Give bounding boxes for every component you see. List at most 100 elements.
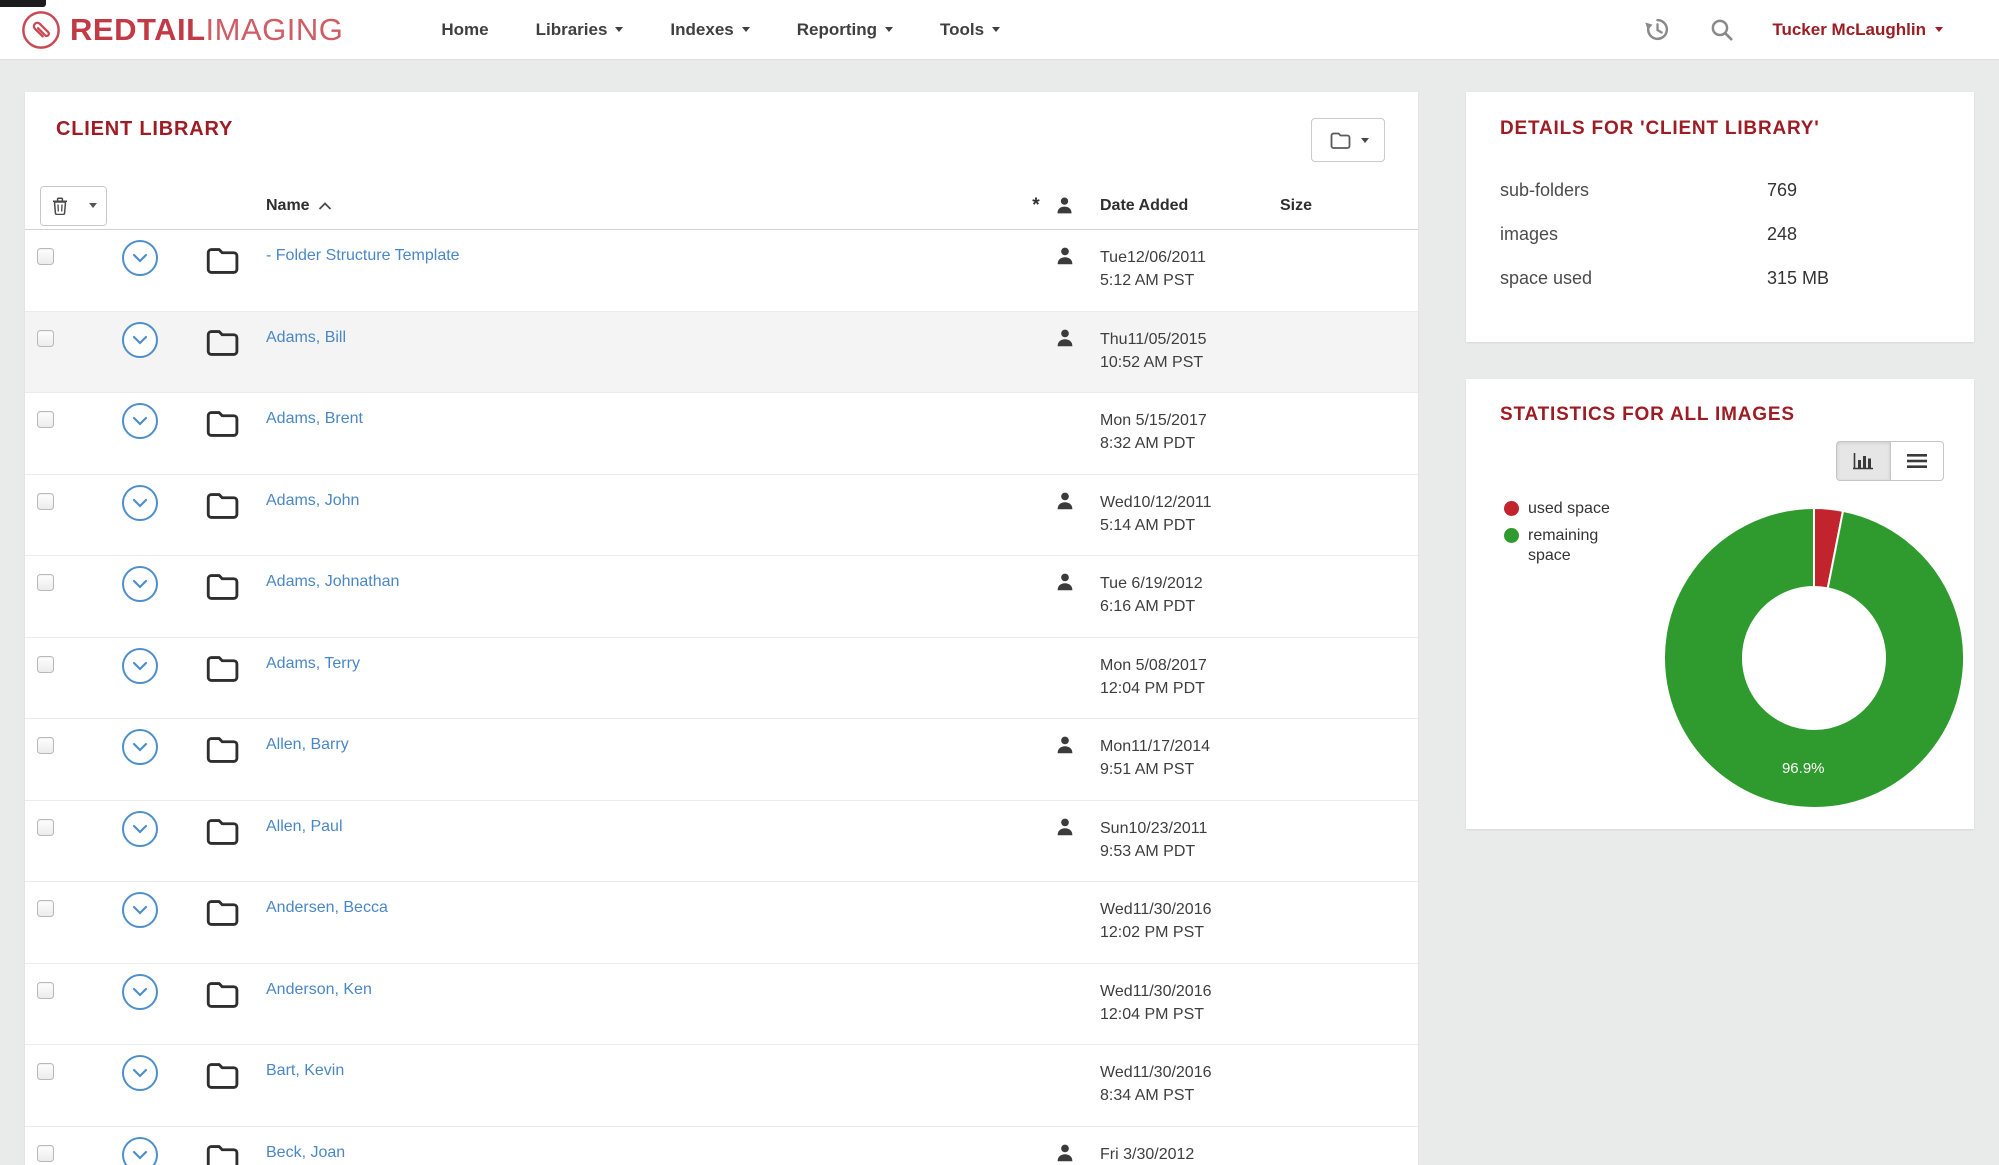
chevron-down-icon <box>132 335 148 345</box>
column-header-size: Size <box>1280 197 1418 215</box>
table-row: Allen, Barry Mon11/17/2014 9:51 AM PST <box>25 719 1418 801</box>
row-checkbox[interactable] <box>37 493 54 510</box>
folder-icon <box>204 732 241 765</box>
folder-icon <box>204 325 241 358</box>
date-added: Wed11/30/2016 <box>1100 898 1280 921</box>
folder-name-link[interactable]: Allen, Barry <box>266 736 349 753</box>
date-added: Wed11/30/2016 <box>1100 1061 1280 1084</box>
column-header-name[interactable]: Name <box>242 197 1018 215</box>
table-row: Allen, Paul Sun10/23/2011 9:53 AM PDT <box>25 801 1418 883</box>
folder-name-link[interactable]: Allen, Paul <box>266 818 343 835</box>
folder-size <box>1280 1127 1418 1165</box>
legend-item[interactable]: used space <box>1504 499 1620 519</box>
row-checkbox[interactable] <box>37 1145 54 1162</box>
row-checkbox[interactable] <box>37 574 54 591</box>
delete-options-button[interactable] <box>79 187 106 225</box>
expand-chevron-button[interactable] <box>122 322 158 358</box>
folder-size <box>1280 393 1418 474</box>
folder-icon <box>1327 128 1354 152</box>
folder-size <box>1280 312 1418 393</box>
row-checkbox[interactable] <box>37 330 54 347</box>
time-added: 12:04 PM PST <box>1100 1003 1280 1026</box>
row-checkbox[interactable] <box>37 819 54 836</box>
chevron-down-icon <box>992 27 1000 32</box>
donut-percentage-label: 96.9% <box>1782 760 1825 777</box>
expand-chevron-button[interactable] <box>122 974 158 1010</box>
history-button[interactable] <box>1644 16 1671 43</box>
delete-button[interactable] <box>41 187 79 225</box>
owner-icon <box>1054 734 1076 756</box>
paperclip-logo-icon <box>20 9 62 51</box>
expand-chevron-button[interactable] <box>122 566 158 602</box>
folder-name-link[interactable]: Adams, John <box>266 492 359 509</box>
folder-name-link[interactable]: Adams, Johnathan <box>266 573 399 590</box>
expand-chevron-button[interactable] <box>122 648 158 684</box>
folder-icon <box>204 814 241 847</box>
folder-name-link[interactable]: Adams, Bill <box>266 329 346 346</box>
expand-chevron-button[interactable] <box>122 1137 158 1165</box>
brand-logo[interactable]: REDTAILIMAGING <box>20 9 343 51</box>
user-menu[interactable]: Tucker McLaughlin <box>1772 20 1943 40</box>
folder-icon <box>204 569 241 602</box>
row-checkbox[interactable] <box>37 656 54 673</box>
nav-item-home[interactable]: Home <box>441 20 488 40</box>
search-button[interactable] <box>1709 17 1734 42</box>
time-added: 8:34 AM PST <box>1100 1084 1280 1107</box>
table-row: Adams, Bill Thu11/05/2015 10:52 AM PST <box>25 312 1418 394</box>
folder-name-link[interactable]: Adams, Terry <box>266 655 360 672</box>
details-stat-row: sub-folders 769 <box>1500 168 1940 212</box>
chevron-down-icon <box>742 27 750 32</box>
date-added: Mon11/17/2014 <box>1100 735 1280 758</box>
statistics-title: STATISTICS FOR ALL IMAGES <box>1500 404 1795 426</box>
expand-chevron-button[interactable] <box>122 403 158 439</box>
folder-name-link[interactable]: Bart, Kevin <box>266 1062 344 1079</box>
window-artifact <box>0 0 46 7</box>
row-checkbox[interactable] <box>37 248 54 265</box>
expand-chevron-button[interactable] <box>122 240 158 276</box>
folder-name-link[interactable]: Andersen, Becca <box>266 899 388 916</box>
brand-name: REDTAILIMAGING <box>70 12 343 48</box>
details-stats: sub-folders 769 images 248 space used 31… <box>1500 168 1940 300</box>
expand-chevron-button[interactable] <box>122 1055 158 1091</box>
folder-size <box>1280 556 1418 637</box>
owner-icon <box>1054 245 1076 267</box>
folder-icon <box>204 651 241 684</box>
expand-chevron-button[interactable] <box>122 729 158 765</box>
page-title: CLIENT LIBRARY <box>56 118 233 141</box>
nav-item-reporting[interactable]: Reporting <box>797 20 893 40</box>
folder-name-link[interactable]: Beck, Joan <box>266 1144 345 1161</box>
list-view-button[interactable] <box>1890 441 1944 481</box>
time-added: 12:02 PM PST <box>1100 921 1280 944</box>
time-added: 10:52 AM PST <box>1100 351 1280 374</box>
folder-name-link[interactable]: - Folder Structure Template <box>266 247 460 264</box>
row-checkbox[interactable] <box>37 982 54 999</box>
expand-chevron-button[interactable] <box>122 811 158 847</box>
nav-item-libraries[interactable]: Libraries <box>536 20 624 40</box>
row-checkbox[interactable] <box>37 1063 54 1080</box>
folder-name-link[interactable]: Anderson, Ken <box>266 981 372 998</box>
chart-view-toggle <box>1836 441 1944 481</box>
chevron-down-icon <box>132 253 148 263</box>
row-checkbox[interactable] <box>37 737 54 754</box>
expand-chevron-button[interactable] <box>122 892 158 928</box>
nav-item-tools[interactable]: Tools <box>940 20 1000 40</box>
folder-actions-button[interactable] <box>1311 118 1385 162</box>
row-checkbox[interactable] <box>37 900 54 917</box>
expand-chevron-button[interactable] <box>122 485 158 521</box>
row-checkbox[interactable] <box>37 411 54 428</box>
chevron-down-icon <box>132 1068 148 1078</box>
history-icon <box>1644 16 1671 43</box>
folder-name-link[interactable]: Adams, Brent <box>266 410 363 427</box>
nav-item-indexes[interactable]: Indexes <box>670 20 749 40</box>
chevron-down-icon <box>132 579 148 589</box>
date-added: Fri 3/30/2012 <box>1100 1143 1280 1165</box>
search-icon <box>1709 17 1734 42</box>
navbar: REDTAILIMAGING Home Libraries Indexes Re… <box>0 0 1999 60</box>
column-header-date-added[interactable]: Date Added <box>1100 197 1280 215</box>
chart-view-button[interactable] <box>1836 441 1890 481</box>
chevron-down-icon <box>132 1150 148 1160</box>
legend-item[interactable]: remaining space <box>1504 526 1620 566</box>
chevron-down-icon <box>132 824 148 834</box>
time-added: 9:53 AM PDT <box>1100 840 1280 863</box>
brand-name-bold: REDTAIL <box>70 12 206 47</box>
